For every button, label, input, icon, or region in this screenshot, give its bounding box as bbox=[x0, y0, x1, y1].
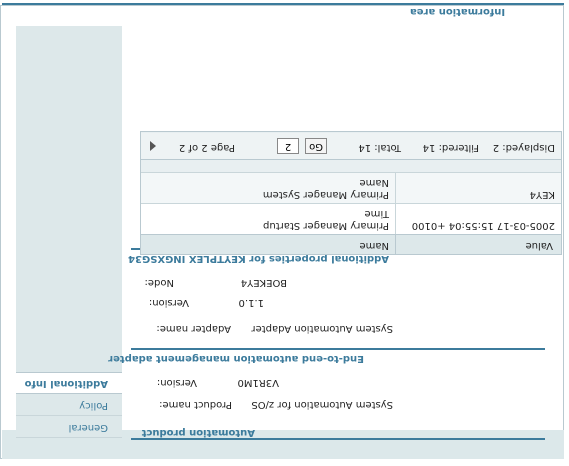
table-row: 2005-03-17 15:55:04 +0100 Primary Manage… bbox=[141, 203, 561, 234]
name-cell: Primary Manager System Name bbox=[262, 177, 389, 200]
sidebar bbox=[16, 26, 122, 430]
version-value: V3R1M0 bbox=[237, 377, 279, 388]
properties-table: Value Name 2005-03-17 15:55:04 +0100 Pri… bbox=[140, 131, 562, 255]
value-cell: KEY4 bbox=[529, 189, 555, 200]
adapter-name-label: Adapter name: bbox=[156, 323, 231, 334]
displayed-count: Displayed: 2 bbox=[492, 142, 555, 153]
product-name-label: Product name: bbox=[159, 399, 232, 410]
tab-additional-info-label: Additional Info bbox=[24, 378, 108, 389]
adapter-version-label: Version: bbox=[148, 297, 189, 308]
go-button[interactable]: Go bbox=[305, 138, 327, 154]
node-label: Node: bbox=[144, 277, 174, 288]
tab-policy-label: Policy bbox=[79, 400, 108, 411]
adapter-name-value: System Automation Adapter bbox=[251, 323, 393, 334]
information-area-underline bbox=[2, 3, 564, 5]
tab-additional-info[interactable]: Additional Info bbox=[16, 372, 122, 394]
tab-general-label: General bbox=[68, 422, 108, 433]
previous-page-icon[interactable] bbox=[147, 140, 159, 154]
table-header: Value Name bbox=[141, 234, 561, 254]
name-cell: Primary Manager Startup Time bbox=[263, 208, 389, 231]
page-input[interactable]: 2 bbox=[277, 138, 299, 154]
adapter-version-value: 1.1.0 bbox=[238, 297, 264, 308]
adapter-rule bbox=[131, 348, 545, 350]
total-count: Total: 14 bbox=[358, 142, 401, 153]
column-name-header[interactable]: Name bbox=[359, 240, 389, 251]
tab-policy[interactable]: Policy bbox=[16, 395, 122, 416]
column-value-header[interactable]: Value bbox=[526, 240, 553, 251]
automation-product-title: Automation product bbox=[141, 427, 255, 438]
table-row: KEY4 Primary Manager System Name bbox=[141, 172, 561, 203]
rotated-stage: General Policy Additional Info Automatio… bbox=[0, 0, 569, 466]
adapter-title: End-to-end automation management adapter bbox=[108, 353, 364, 364]
table-pager: Displayed: 2 Filtered: 14 Total: 14 Go 2… bbox=[141, 133, 561, 160]
automation-product-rule bbox=[131, 438, 545, 440]
node-value: BOEKEY4 bbox=[240, 277, 287, 288]
value-cell: 2005-03-17 15:55:04 +0100 bbox=[411, 220, 555, 231]
product-name-value: System Automation for z/OS bbox=[251, 399, 393, 410]
tab-general[interactable]: General bbox=[16, 417, 122, 438]
version-label: Version: bbox=[156, 377, 197, 388]
page-indicator: Page 2 of 2 bbox=[178, 142, 235, 153]
filtered-count: Filtered: 14 bbox=[422, 142, 479, 153]
